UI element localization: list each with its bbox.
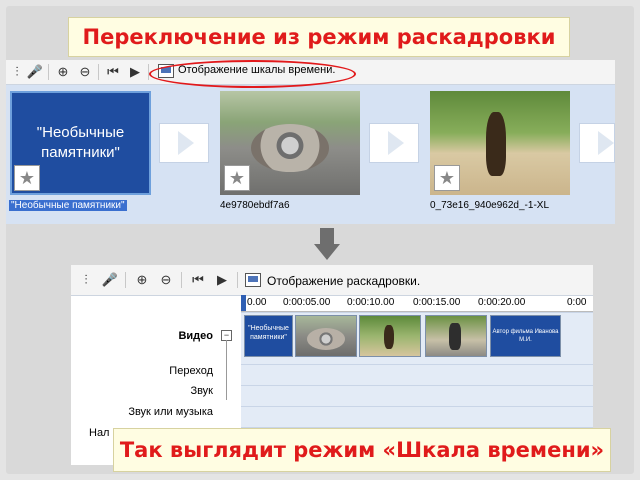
- toolbar-separator: [237, 272, 238, 288]
- toolbar-separator: [125, 272, 126, 288]
- ruler-tick: 0:00:10.00: [347, 297, 395, 308]
- tile-label: "Необычные памятники": [9, 200, 127, 211]
- microphone-icon[interactable]: 🎤: [26, 63, 44, 81]
- track-label-transition: Переход: [169, 365, 213, 377]
- video-clip-credits[interactable]: Автор фильма Иванова М.И.: [490, 315, 561, 357]
- ruler-tick: 0.00: [247, 297, 267, 308]
- show-storyboard-button[interactable]: Отображение раскадровки.: [267, 274, 420, 288]
- rewind-icon[interactable]: ⏮: [189, 271, 207, 289]
- tile-label: 4e9780ebdf7a6: [220, 200, 290, 211]
- ruler-tick: 0:00:15.00: [413, 297, 461, 308]
- star-icon[interactable]: ★: [14, 165, 40, 191]
- timeline-ruler: 0.00 0:00:05.00 0:00:10.00 0:00:15.00 0:…: [241, 296, 593, 312]
- play-icon[interactable]: ▶: [126, 63, 144, 81]
- ruler-tick: 0:00:05.00: [283, 297, 331, 308]
- track-label-audio: Звук: [190, 385, 213, 397]
- storyboard-icon[interactable]: ⫶: [8, 63, 26, 81]
- video-clip[interactable]: [359, 315, 421, 357]
- storyboard-strip: "Необычные памятники" ★ ★ ★ "Необычные п…: [6, 85, 615, 224]
- toolbar-separator: [181, 272, 182, 288]
- transition-track: [241, 364, 593, 385]
- music-track: [241, 406, 593, 427]
- transition-slot[interactable]: [579, 123, 615, 163]
- video-clip[interactable]: [295, 315, 357, 357]
- star-icon[interactable]: ★: [224, 165, 250, 191]
- caption-bottom: Так выглядит режим «Шкала времени»: [113, 428, 611, 472]
- zoom-in-icon[interactable]: ⊕: [54, 63, 72, 81]
- view-toggle-icon[interactable]: [245, 273, 261, 287]
- star-icon[interactable]: ★: [434, 165, 460, 191]
- down-arrow-icon: [314, 228, 340, 262]
- zoom-in-icon[interactable]: ⊕: [133, 271, 151, 289]
- tree-line: [226, 340, 227, 400]
- storyboard-tile-photo[interactable]: ★: [430, 91, 570, 195]
- video-clip-title[interactable]: "Необычные памятники": [244, 315, 293, 357]
- track-label-music: Звук или музыка: [128, 406, 213, 418]
- storyboard-tile-title[interactable]: "Необычные памятники" ★: [10, 91, 151, 195]
- toolbar-separator: [48, 64, 49, 80]
- microphone-icon[interactable]: 🎤: [101, 271, 119, 289]
- rewind-icon[interactable]: ⏮: [104, 63, 122, 81]
- zoom-out-icon[interactable]: ⊖: [157, 271, 175, 289]
- transition-slot[interactable]: [369, 123, 419, 163]
- video-clip[interactable]: [425, 315, 487, 357]
- storyboard-icon[interactable]: ⫶: [77, 271, 95, 289]
- ruler-tick: 0:00: [567, 297, 587, 308]
- ruler-tick: 0:00:20.00: [478, 297, 526, 308]
- highlight-oval: [149, 60, 356, 88]
- storyboard-tile-photo[interactable]: ★: [220, 91, 360, 195]
- toolbar-separator: [98, 64, 99, 80]
- tile-label: 0_73e16_940e962d_-1-XL: [430, 200, 549, 211]
- track-label-video: Видео: [178, 330, 213, 342]
- timeline-toolbar: ⫶ 🎤 ⊕ ⊖ ⏮ ▶ Отображение раскадровки.: [71, 265, 593, 296]
- caption-top: Переключение из режим раскадровки: [68, 17, 570, 57]
- video-track: "Необычные памятники" Автор фильма Ивано…: [241, 312, 593, 364]
- playhead[interactable]: [241, 295, 246, 311]
- track-label-overlay: Нал: [89, 427, 110, 439]
- audio-track: [241, 385, 593, 406]
- transition-slot[interactable]: [159, 123, 209, 163]
- play-icon[interactable]: ▶: [213, 271, 231, 289]
- zoom-out-icon[interactable]: ⊖: [76, 63, 94, 81]
